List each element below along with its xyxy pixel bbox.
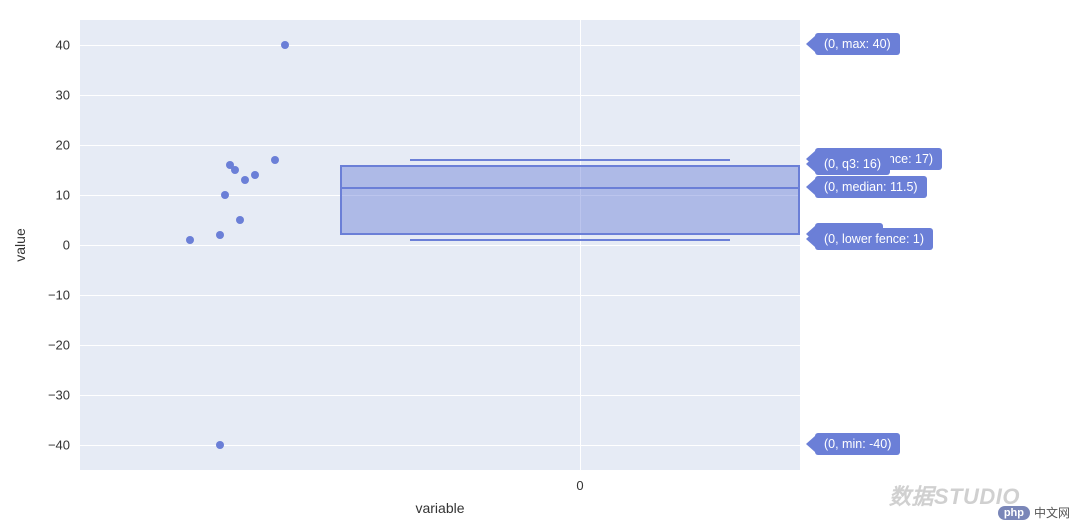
gridline-h [80, 95, 800, 96]
gridline-h [80, 395, 800, 396]
annotation-label: (0, median: 11.5) [815, 176, 927, 198]
box-whisker-bottom [410, 239, 730, 241]
annotation-label: (0, lower fence: 1) [815, 228, 933, 250]
gridline-h [80, 245, 800, 246]
gridline-v [580, 20, 581, 470]
y-tick: 10 [0, 188, 70, 203]
y-tick: −30 [0, 388, 70, 403]
y-tick: −40 [0, 438, 70, 453]
y-tick: 0 [0, 238, 70, 253]
scatter-point [216, 441, 224, 449]
scatter-point [241, 176, 249, 184]
scatter-point [221, 191, 229, 199]
php-badge-text: 中文网 [1034, 504, 1070, 521]
gridline-h [80, 445, 800, 446]
gridline-h [80, 345, 800, 346]
scatter-point [271, 156, 279, 164]
annotation-label: (0, min: -40) [815, 433, 900, 455]
plot-area[interactable] [80, 20, 800, 470]
scatter-point [186, 236, 194, 244]
y-tick: 30 [0, 88, 70, 103]
box-whisker-top [410, 159, 730, 161]
scatter-point [281, 41, 289, 49]
php-badge: php 中文网 [998, 504, 1070, 521]
chart-frame: −40 −30 −20 −10 0 10 20 30 40 0 value variable (… [0, 0, 1080, 529]
y-tick: 20 [0, 138, 70, 153]
x-tick-0: 0 [576, 478, 583, 493]
gridline-h [80, 145, 800, 146]
x-axis-label: variable [415, 500, 464, 516]
gridline-h [80, 45, 800, 46]
php-badge-pill: php [998, 506, 1030, 520]
scatter-point [251, 171, 259, 179]
annotation-label: (0, q3: 16) [815, 153, 890, 175]
scatter-point [216, 231, 224, 239]
box-iqr [340, 165, 800, 235]
y-axis-label: value [12, 228, 28, 261]
y-tick: −20 [0, 338, 70, 353]
scatter-point [226, 161, 234, 169]
y-tick: −10 [0, 288, 70, 303]
gridline-h [80, 295, 800, 296]
box-median [340, 187, 800, 189]
scatter-point [236, 216, 244, 224]
annotation-label: (0, max: 40) [815, 33, 900, 55]
y-tick: 40 [0, 38, 70, 53]
